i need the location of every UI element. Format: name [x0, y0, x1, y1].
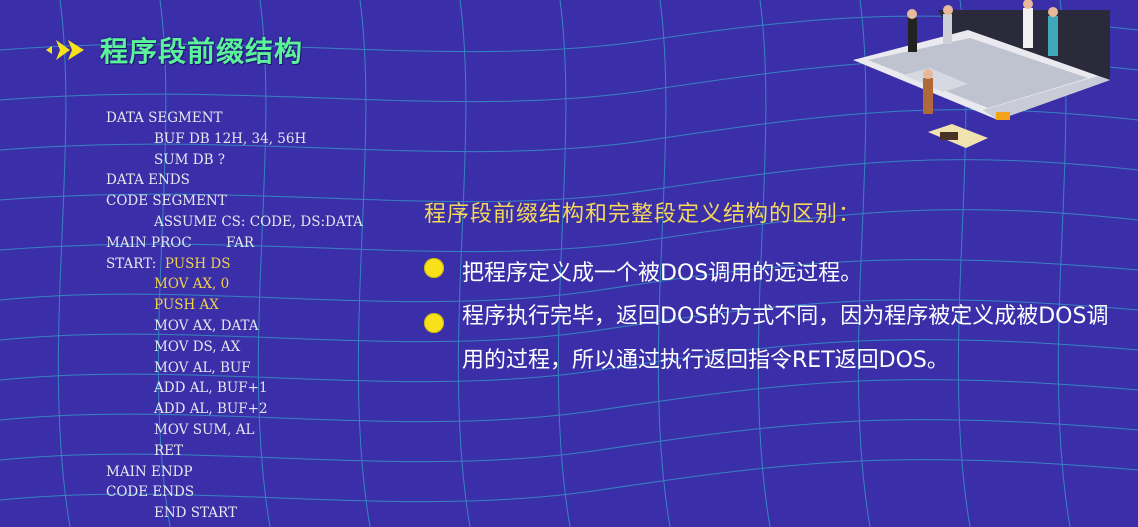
code-line: ASSUME CS: CODE, DS:DATA: [154, 213, 363, 230]
laptop-people-illustration: [853, 0, 1110, 148]
title-row: 程序段前缀结构: [44, 30, 303, 70]
code-line: END START: [154, 505, 237, 522]
code-line: RET: [154, 442, 184, 459]
code-line-start: START: PUSH DS: [106, 254, 363, 275]
code-line: CODE SEGMENT: [106, 193, 227, 210]
code-line: MOV AX, DATA: [154, 317, 259, 334]
page-title: 程序段前缀结构: [100, 35, 304, 68]
bullet-text: 把程序定义成一个被DOS调用的远过程。: [462, 261, 863, 286]
code-line: MAIN PROC FAR: [106, 234, 255, 251]
code-line: MOV AX, 0: [154, 276, 230, 293]
comparison-heading: 程序段前缀结构和完整段定义结构的区别：: [424, 202, 862, 227]
code-line: CODE ENDS: [106, 484, 195, 501]
yellow-dot-icon: [424, 313, 444, 333]
code-line: BUF DB 12H, 34, 56H: [154, 130, 307, 147]
code-line: MOV DS, AX: [154, 338, 241, 355]
code-line: SUM DB ?: [154, 151, 226, 168]
start-instruction: PUSH DS: [164, 255, 231, 272]
code-line: DATA SEGMENT: [106, 110, 223, 126]
bullet-item: 把程序定义成一个被DOS调用的远过程。: [424, 252, 1112, 296]
code-line: MOV AL, BUF: [154, 359, 251, 376]
yellow-dot-icon: [424, 258, 444, 278]
code-listing: DATA SEGMENT BUF DB 12H, 34, 56H SUM DB ? D…: [106, 108, 363, 524]
code-line: MAIN ENDP: [106, 463, 193, 480]
code-line: ADD AL, BUF+2: [154, 401, 268, 418]
code-line: DATA ENDS: [106, 172, 190, 189]
code-line: ADD AL, BUF+1: [154, 380, 268, 397]
double-arrow-icon: [46, 40, 84, 60]
code-line: MOV SUM, AL: [154, 421, 255, 438]
start-label: START:: [106, 255, 165, 272]
bullet-text: 程序执行完毕，返回DOS的方式不同，因为程序被定义成被DOS调用的过程，所以通过…: [462, 304, 1109, 373]
bullet-item: 程序执行完毕，返回DOS的方式不同，因为程序被定义成被DOS调用的过程，所以通过…: [424, 304, 1112, 383]
code-line: PUSH AX: [154, 297, 219, 314]
